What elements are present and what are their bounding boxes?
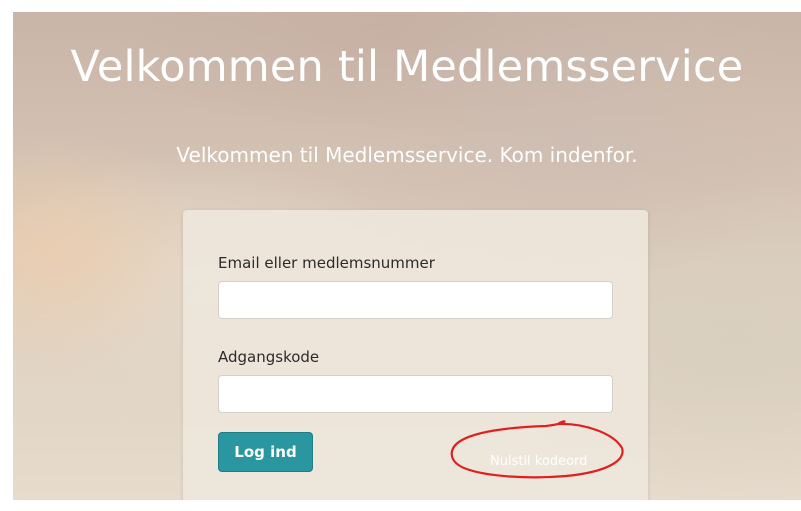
password-label: Adgangskode	[218, 348, 320, 366]
reset-password-link[interactable]: Nulstil kodeord	[490, 453, 587, 471]
left-margin	[0, 0, 13, 511]
email-label: Email eller medlemsnummer	[218, 254, 435, 272]
login-card: Email eller medlemsnummer Adgangskode Lo…	[183, 210, 648, 500]
login-button[interactable]: Log ind	[218, 432, 313, 472]
page-subtitle: Velkommen til Medlemsservice. Kom indenf…	[176, 143, 638, 167]
email-field[interactable]	[218, 281, 613, 319]
page-title: Velkommen til Medlemsservice	[70, 42, 744, 92]
login-page: Velkommen til Medlemsservice Velkommen t…	[0, 0, 801, 511]
hero-section: Velkommen til Medlemsservice Velkommen t…	[13, 12, 801, 500]
password-field[interactable]	[218, 375, 613, 413]
bottom-margin	[0, 500, 801, 511]
